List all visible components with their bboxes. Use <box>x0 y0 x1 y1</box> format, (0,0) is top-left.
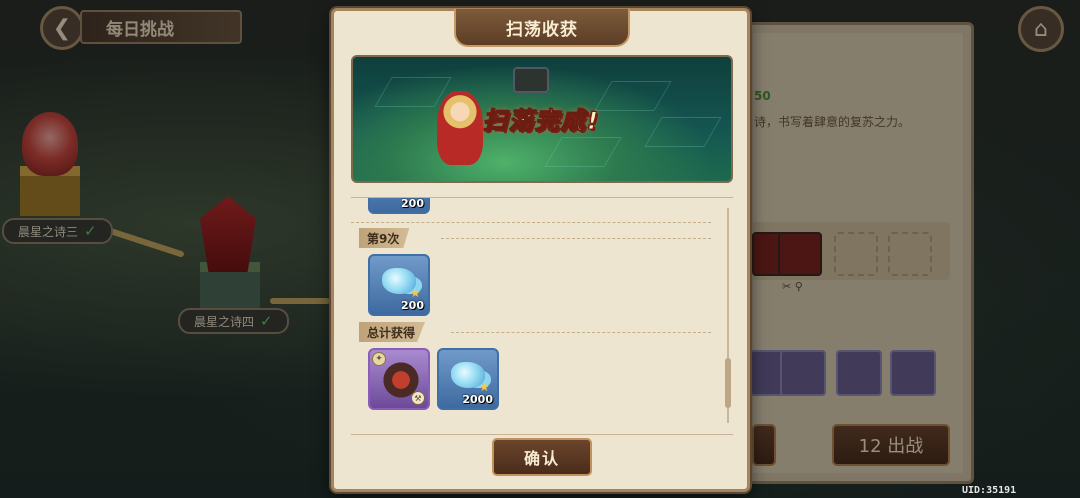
dialog-title: 扫荡收获 <box>454 9 630 47</box>
star-icon: ★ <box>410 286 421 300</box>
round-label: 第9次 <box>359 228 410 248</box>
item-equipment-fragment[interactable]: ✦ ⚒ <box>368 348 430 410</box>
banner-text: 扫荡完成! <box>483 107 600 136</box>
star-icon: ★ <box>479 380 490 394</box>
sweep-result-dialog: 扫荡收获 扫荡完成! 200 第9次 ★ 200 总计获得 ✦ ⚒ ★ 2000… <box>331 8 750 492</box>
tool-badge-icon: ⚒ <box>411 391 425 405</box>
hero-sprite <box>437 91 483 165</box>
results-list[interactable]: 200 第9次 ★ 200 总计获得 ✦ ⚒ ★ 2000 <box>351 197 733 435</box>
item-crystal[interactable]: ★ 200 <box>368 254 430 316</box>
confirm-button[interactable]: 确认 <box>492 438 592 476</box>
item-crystal[interactable]: 200 <box>368 198 430 214</box>
fragment-badge-icon: ✦ <box>372 352 386 366</box>
crate-sprite <box>513 67 549 93</box>
scrollbar-thumb[interactable] <box>725 358 731 408</box>
sweep-complete-banner: 扫荡完成! <box>351 55 733 183</box>
total-label: 总计获得 <box>359 322 426 342</box>
item-crystal[interactable]: ★ 2000 <box>437 348 499 410</box>
uid-label: UID:35191 <box>962 485 1017 496</box>
